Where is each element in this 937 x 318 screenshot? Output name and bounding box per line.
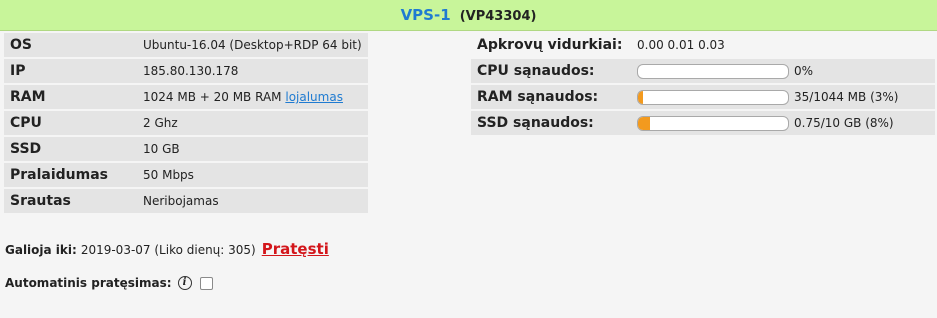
info-value: 1024 MB + 20 MB RAM lojalumas xyxy=(143,90,343,104)
info-value: Neribojamas xyxy=(143,194,219,208)
info-key: OS xyxy=(10,37,32,53)
vps-code: (VP43304) xyxy=(459,9,537,24)
info-key: CPU xyxy=(10,115,42,131)
info-key: SSD xyxy=(10,141,42,157)
vps-name: VPS-1 xyxy=(400,6,451,24)
validity-value: 2019-03-07 (Liko dienų: 305) xyxy=(80,243,256,257)
info-row-ssd: SSD 10 GB xyxy=(4,137,368,161)
info-row-ip: IP 185.80.130.178 xyxy=(4,59,368,83)
stat-label: SSD sąnaudos: xyxy=(477,115,594,131)
ram-usage-fill xyxy=(638,90,643,104)
info-icon[interactable]: i xyxy=(177,276,192,290)
info-row-cpu: CPU 2 Ghz xyxy=(4,111,368,135)
stat-row-cpu: CPU sąnaudos: 0% xyxy=(471,59,935,83)
stat-value: 0.00 0.01 0.03 xyxy=(637,38,725,52)
stat-row-ssd: SSD sąnaudos: 0.75/10 GB (8%) xyxy=(471,111,935,135)
info-row-bandwidth: Pralaidumas 50 Mbps xyxy=(4,163,368,187)
stat-label: RAM sąnaudos: xyxy=(477,89,599,105)
renew-link[interactable]: Pratęsti xyxy=(262,240,329,258)
info-row-ram: RAM 1024 MB + 20 MB RAM lojalumas xyxy=(4,85,368,109)
info-key: RAM xyxy=(10,89,46,105)
stat-value: 0.75/10 GB (8%) xyxy=(794,116,894,130)
loyalty-link[interactable]: lojalumas xyxy=(285,90,343,104)
info-value: 10 GB xyxy=(143,142,180,156)
auto-renew-checkbox[interactable] xyxy=(199,276,213,290)
cpu-usage-bar xyxy=(637,63,789,79)
info-value: 50 Mbps xyxy=(143,168,194,182)
info-row-traffic: Srautas Neribojamas xyxy=(4,189,368,213)
ram-value-text: 1024 MB + 20 MB RAM xyxy=(143,90,282,104)
ram-usage-bar xyxy=(637,89,789,105)
info-value: 2 Ghz xyxy=(143,116,178,130)
info-table: OS Ubuntu-16.04 (Desktop+RDP 64 bit) IP … xyxy=(4,33,368,215)
stat-row-load: Apkrovų vidurkiai: 0.00 0.01 0.03 xyxy=(471,33,935,57)
info-value: 185.80.130.178 xyxy=(143,64,239,78)
info-key: Pralaidumas xyxy=(10,167,109,183)
stat-label: Apkrovų vidurkiai: xyxy=(477,37,623,53)
usage-stats: Apkrovų vidurkiai: 0.00 0.01 0.03 CPU są… xyxy=(471,33,935,137)
ssd-usage-fill xyxy=(638,116,650,130)
stat-value: 35/1044 MB (3%) xyxy=(794,90,899,104)
auto-renew-row: Automatinis pratęsimas: i xyxy=(5,276,213,290)
stat-row-ram: RAM sąnaudos: 35/1044 MB (3%) xyxy=(471,85,935,109)
validity-line: Galioja iki: 2019-03-07 (Liko dienų: 305… xyxy=(5,240,329,258)
ssd-usage-bar xyxy=(637,115,789,131)
info-value: Ubuntu-16.04 (Desktop+RDP 64 bit) xyxy=(143,38,362,52)
stat-label: CPU sąnaudos: xyxy=(477,63,595,79)
vps-header: VPS-1 (VP43304) xyxy=(0,0,937,31)
info-row-os: OS Ubuntu-16.04 (Desktop+RDP 64 bit) xyxy=(4,33,368,57)
stat-value: 0% xyxy=(794,64,814,78)
info-key: IP xyxy=(10,63,26,79)
info-key: Srautas xyxy=(10,193,71,209)
auto-renew-label: Automatinis pratęsimas: xyxy=(5,276,172,290)
validity-label: Galioja iki: xyxy=(5,243,77,257)
